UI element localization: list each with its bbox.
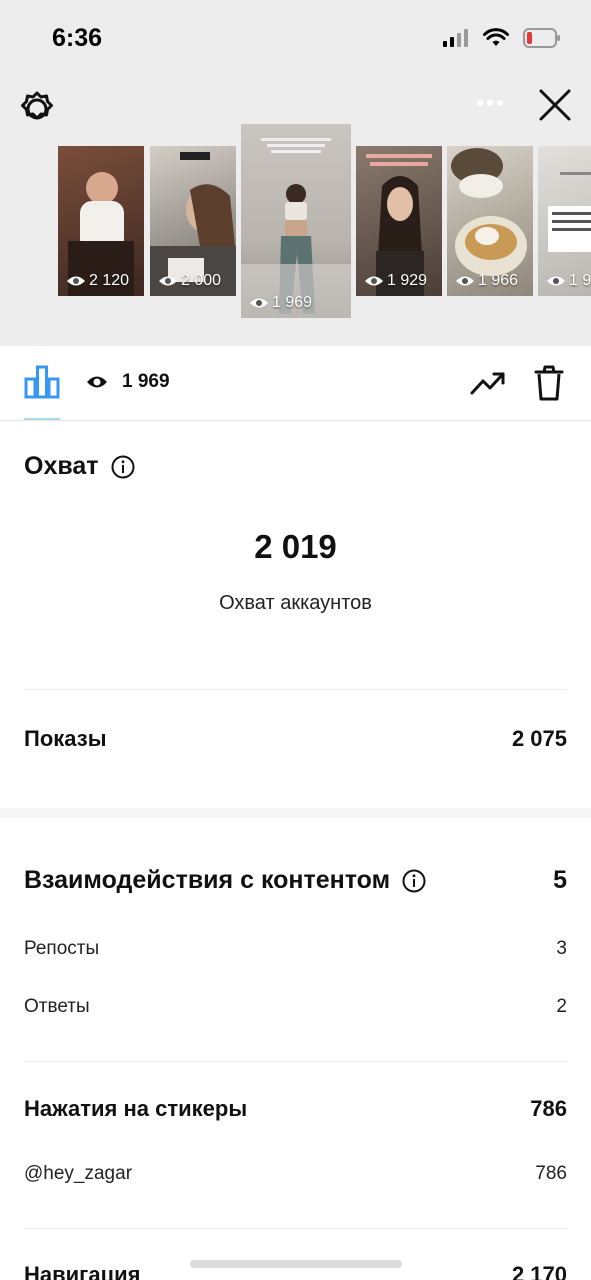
- story-photo-mirror-selfie: [241, 138, 351, 318]
- story-views: 1 969: [249, 294, 312, 312]
- eye-icon: [547, 276, 565, 286]
- info-icon[interactable]: [111, 455, 135, 479]
- trash-icon[interactable]: [534, 365, 564, 401]
- story-thumbnail[interactable]: 1 9: [538, 146, 591, 296]
- eye-icon: [456, 276, 474, 286]
- cellular-signal-icon: [443, 29, 468, 47]
- story-views: 2 000: [158, 272, 221, 290]
- battery-low-icon: [523, 28, 560, 48]
- tab-statistics[interactable]: [24, 365, 60, 420]
- tab-viewers[interactable]: 1 969: [86, 371, 170, 393]
- selected-story-pointer: [283, 331, 315, 347]
- story-views: 1 929: [364, 272, 427, 290]
- home-indicator[interactable]: [190, 1260, 402, 1268]
- story-header: 2 120 2 000 1 969 1 929 1 966 1 9: [0, 76, 591, 346]
- bar-chart-icon: [24, 365, 60, 399]
- eye-icon: [159, 276, 177, 286]
- story-thumbnail[interactable]: 1 929: [356, 146, 442, 296]
- replies-label: Ответы: [24, 996, 90, 1017]
- eye-icon: [365, 276, 383, 286]
- close-icon[interactable]: [536, 86, 574, 124]
- trending-up-icon[interactable]: [470, 369, 506, 397]
- story-views: 2 120: [66, 272, 129, 290]
- divider: [24, 689, 567, 690]
- story-thumbnail-selected[interactable]: 1 969: [241, 124, 351, 318]
- divider: [24, 1061, 567, 1062]
- impressions-value: 2 075: [511, 726, 567, 751]
- sticker-mention-value: 786: [535, 1163, 567, 1184]
- story-thumbnail[interactable]: 1 966: [447, 146, 533, 296]
- status-bar: 6:36: [0, 0, 591, 76]
- reach-value: 2 019: [254, 528, 337, 565]
- story-views: 1 966: [455, 272, 518, 290]
- reach-caption: Охват аккаунтов: [219, 592, 372, 614]
- stories-carousel[interactable]: 2 120 2 000 1 969 1 929 1 966 1 9: [0, 124, 591, 324]
- divider: [24, 1228, 567, 1229]
- wifi-icon: [483, 28, 509, 46]
- eye-icon: [87, 376, 107, 388]
- viewers-count: 1 969: [122, 371, 170, 392]
- navigation-value: 2 170: [511, 1262, 567, 1280]
- sticker-mention-label: @hey_zagar: [24, 1163, 133, 1184]
- settings-gear-icon[interactable]: [18, 90, 56, 128]
- shares-value: 3: [556, 938, 567, 959]
- sticker-taps-value: 786: [530, 1096, 567, 1121]
- status-time: 6:36: [52, 24, 103, 52]
- reach-section-title: Охват: [24, 452, 135, 481]
- eye-icon: [250, 298, 268, 308]
- sticker-taps-label: Нажатия на стикеры: [24, 1096, 248, 1121]
- story-thumbnail[interactable]: 2 120: [58, 146, 144, 296]
- eye-icon: [67, 276, 85, 286]
- impressions-label: Показы: [24, 726, 107, 751]
- story-views: 1 9: [546, 272, 591, 290]
- more-options-icon[interactable]: [476, 98, 504, 108]
- interactions-section-title: Взаимодействия с контентом: [24, 866, 426, 895]
- navigation-label: Навигация: [24, 1262, 141, 1280]
- section-separator: [0, 808, 591, 818]
- interactions-value: 5: [553, 866, 567, 894]
- story-thumbnail[interactable]: 2 000: [150, 146, 236, 296]
- shares-label: Репосты: [24, 938, 100, 959]
- replies-value: 2: [556, 996, 567, 1017]
- status-icons: [443, 24, 561, 52]
- active-tab-indicator: [24, 418, 60, 420]
- info-icon[interactable]: [402, 869, 426, 893]
- insights-tab-bar: 1 969: [0, 347, 591, 421]
